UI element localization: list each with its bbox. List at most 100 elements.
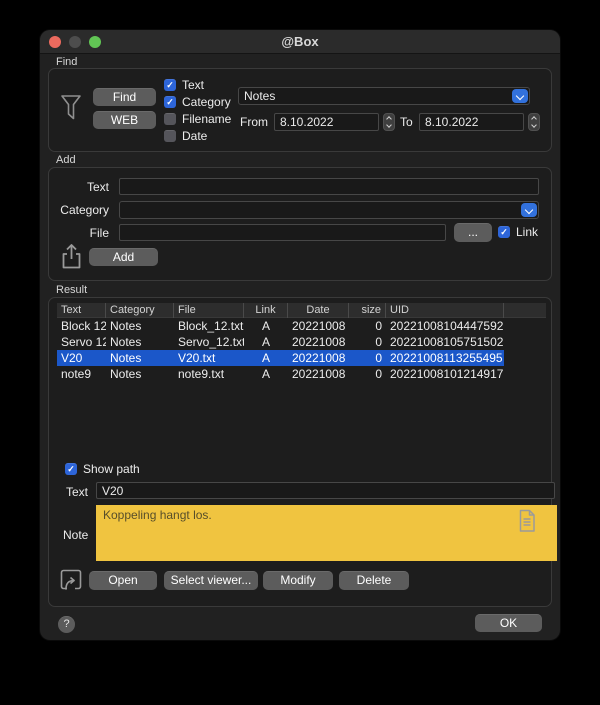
delete-button[interactable]: Delete <box>339 571 409 590</box>
cell-file: V20.txt <box>174 350 244 366</box>
zoom-button[interactable] <box>89 36 101 48</box>
cell-text: note9 <box>57 366 106 382</box>
cell-link: A <box>244 350 288 366</box>
cell-category: Notes <box>106 366 174 382</box>
table-row[interactable]: Block 12 Notes Block_12.txt A 20221008 0… <box>57 318 546 334</box>
find-category-combobox[interactable] <box>238 87 530 105</box>
cell-category: Notes <box>106 350 174 366</box>
cell-uid: 20221008105751502 <box>386 334 504 350</box>
combobox-dropdown-button[interactable] <box>512 89 528 103</box>
cell-link: A <box>244 366 288 382</box>
chevron-up-icon <box>386 116 392 122</box>
window-title: @Box <box>281 34 318 49</box>
filename-checkbox[interactable] <box>164 113 176 125</box>
column-header-date[interactable]: Date <box>288 303 349 318</box>
cell-date: 20221008 <box>288 334 349 350</box>
column-header-file[interactable]: File <box>174 303 244 318</box>
funnel-icon <box>60 92 82 126</box>
minimize-button[interactable] <box>69 36 81 48</box>
open-button[interactable]: Open <box>89 571 157 590</box>
help-button[interactable]: ? <box>58 616 75 633</box>
link-checkbox[interactable] <box>498 226 510 238</box>
cell-category: Notes <box>106 334 174 350</box>
cell-blank <box>504 350 546 366</box>
add-text-field[interactable] <box>119 178 539 195</box>
category-checkbox-row: Category <box>164 95 231 109</box>
cell-link: A <box>244 318 288 334</box>
result-table: Text Category File Link Date size UID Bl… <box>57 303 546 382</box>
from-date-stepper[interactable] <box>383 113 395 131</box>
column-header-size[interactable]: size <box>349 303 386 318</box>
from-date-field[interactable] <box>274 113 379 131</box>
to-date-stepper[interactable] <box>528 113 540 131</box>
result-section-label: Result <box>56 284 87 296</box>
result-text-field[interactable] <box>96 482 555 499</box>
add-category-label: Category <box>49 203 109 217</box>
close-button[interactable] <box>49 36 61 48</box>
text-checkbox[interactable] <box>164 79 176 91</box>
column-header-uid[interactable]: UID <box>386 303 504 318</box>
add-category-input[interactable] <box>120 202 538 218</box>
traffic-lights <box>49 36 101 48</box>
chevron-down-icon <box>386 122 392 128</box>
add-file-field[interactable] <box>119 224 446 241</box>
to-date-field[interactable] <box>419 113 524 131</box>
find-category-input[interactable] <box>239 88 529 104</box>
cell-text: V20 <box>57 350 106 366</box>
show-path-label: Show path <box>83 462 140 476</box>
date-checkbox-row: Date <box>164 129 207 143</box>
cell-blank <box>504 366 546 382</box>
to-label: To <box>400 115 413 129</box>
cell-file: Servo_12.txt <box>174 334 244 350</box>
browse-button[interactable]: ... <box>454 223 492 242</box>
ok-button[interactable]: OK <box>475 614 542 632</box>
web-button[interactable]: WEB <box>93 111 156 129</box>
upload-icon <box>60 243 83 270</box>
find-section-label: Find <box>56 56 77 68</box>
cell-size: 0 <box>349 334 386 350</box>
column-header-link[interactable]: Link <box>244 303 288 318</box>
column-header-text[interactable]: Text <box>57 303 106 318</box>
cell-uid: 20221008113255495 <box>386 350 504 366</box>
cell-date: 20221008 <box>288 350 349 366</box>
modify-button[interactable]: Modify <box>263 571 333 590</box>
category-checkbox[interactable] <box>164 96 176 108</box>
note-textarea[interactable]: Koppeling hangt los. <box>96 505 557 561</box>
cell-link: A <box>244 334 288 350</box>
link-checkbox-row: Link <box>498 225 538 239</box>
cell-text: Servo 12 <box>57 334 106 350</box>
select-viewer-button[interactable]: Select viewer... <box>164 571 258 590</box>
show-path-row: Show path <box>65 462 140 476</box>
show-path-checkbox[interactable] <box>65 463 77 475</box>
cell-size: 0 <box>349 318 386 334</box>
find-button[interactable]: Find <box>93 88 156 106</box>
table-row[interactable]: note9 Notes note9.txt A 20221008 0 20221… <box>57 366 546 382</box>
filename-checkbox-label: Filename <box>182 112 231 126</box>
column-header-category[interactable]: Category <box>106 303 174 318</box>
table-row[interactable]: Servo 12 Notes Servo_12.txt A 20221008 0… <box>57 334 546 350</box>
result-text-label: Text <box>66 485 88 499</box>
title-bar: @Box <box>40 30 560 54</box>
date-checkbox[interactable] <box>164 130 176 142</box>
cell-file: note9.txt <box>174 366 244 382</box>
atbox-window: @Box Find Find WEB Text Category Filenam… <box>40 30 560 640</box>
document-icon <box>517 508 537 534</box>
open-in-window-icon <box>59 567 83 592</box>
cell-text: Block 12 <box>57 318 106 334</box>
category-checkbox-label: Category <box>182 95 231 109</box>
date-checkbox-label: Date <box>182 129 207 143</box>
table-body: Block 12 Notes Block_12.txt A 20221008 0… <box>57 318 546 382</box>
chevron-up-icon <box>531 116 537 122</box>
add-groupbox: Text Category File ... Link Add <box>48 167 552 281</box>
add-file-label: File <box>49 226 109 240</box>
cell-blank <box>504 334 546 350</box>
from-label: From <box>240 115 268 129</box>
cell-size: 0 <box>349 350 386 366</box>
cell-blank <box>504 318 546 334</box>
add-category-combobox[interactable] <box>119 201 539 219</box>
combobox-dropdown-button[interactable] <box>521 203 537 217</box>
add-button[interactable]: Add <box>89 248 158 266</box>
table-row[interactable]: V20 Notes V20.txt A 20221008 0 202210081… <box>57 350 546 366</box>
cell-category: Notes <box>106 318 174 334</box>
find-groupbox: Find WEB Text Category Filename Date Fro… <box>48 68 552 152</box>
